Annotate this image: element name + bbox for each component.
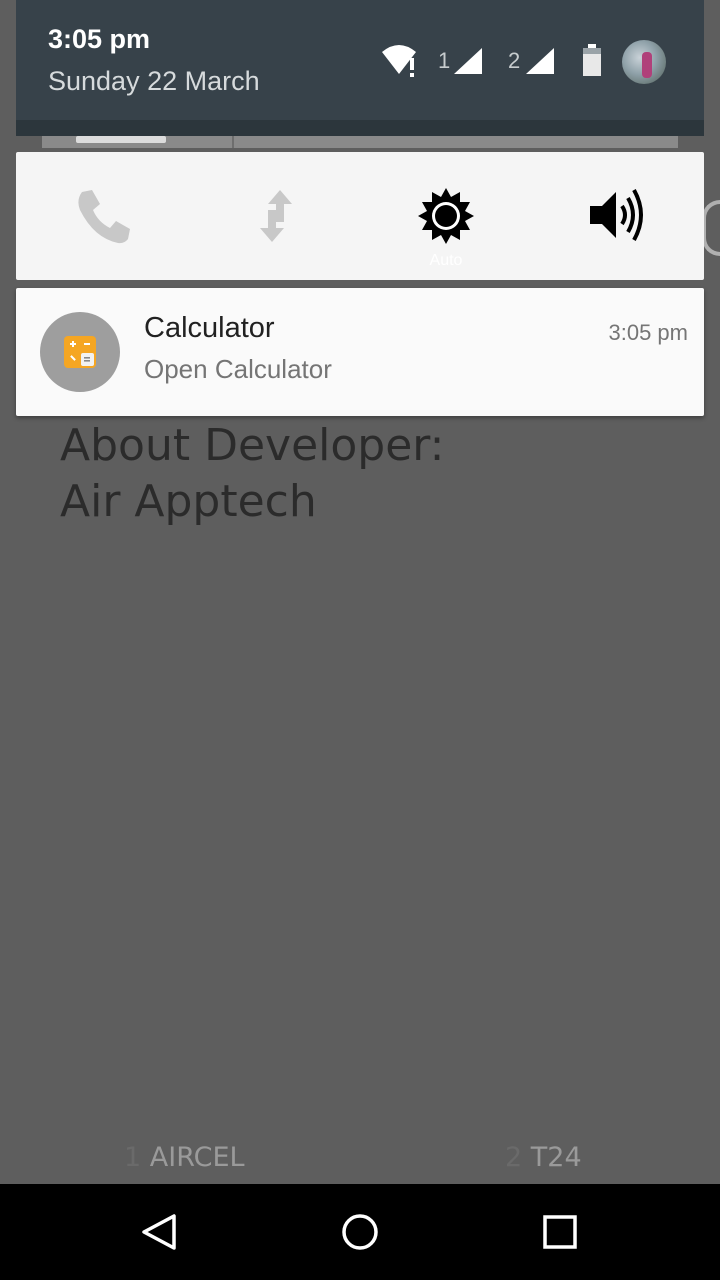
back-icon bbox=[142, 1214, 176, 1250]
recents-button[interactable] bbox=[536, 1208, 584, 1256]
carrier-1-slot: 1 bbox=[124, 1142, 142, 1173]
signal-icon bbox=[524, 46, 556, 80]
quick-tile-data[interactable] bbox=[188, 152, 360, 280]
about-heading: About Developer: bbox=[60, 420, 445, 471]
developer-name: Air Apptech bbox=[60, 476, 317, 527]
avatar[interactable] bbox=[622, 40, 666, 84]
brightness-auto-label: Auto bbox=[429, 252, 463, 269]
quick-tile-brightness[interactable]: Auto bbox=[360, 152, 532, 280]
carrier-2-name: T24 bbox=[530, 1142, 582, 1173]
notification-title: Calculator bbox=[144, 312, 275, 344]
calculator-icon bbox=[64, 336, 96, 368]
data-transfer-icon bbox=[260, 190, 292, 242]
notification-text: Open Calculator bbox=[144, 354, 332, 384]
navigation-bar bbox=[0, 1184, 720, 1280]
brightness-icon bbox=[418, 188, 474, 244]
carrier-2: 2 T24 bbox=[505, 1142, 582, 1173]
volume-icon bbox=[590, 189, 643, 241]
quick-settings-panel: Auto bbox=[16, 152, 704, 280]
quick-tile-sound[interactable] bbox=[532, 152, 704, 280]
avatar-figure bbox=[642, 52, 652, 78]
background-edge-fragment bbox=[702, 200, 720, 256]
carrier-1-name: AIRCEL bbox=[149, 1142, 245, 1173]
notification-time: 3:05 pm bbox=[608, 320, 689, 345]
home-button[interactable] bbox=[336, 1208, 384, 1256]
about-developer-text: About Developer: Air Apptech bbox=[60, 418, 444, 530]
sim2-label: 2 bbox=[508, 48, 521, 73]
wifi-alert-icon bbox=[382, 44, 420, 82]
calculator-notification[interactable]: Calculator Open Calculator 3:05 pm bbox=[16, 288, 704, 416]
recents-icon bbox=[543, 1215, 577, 1249]
home-icon bbox=[342, 1214, 378, 1250]
peek-divider bbox=[232, 136, 234, 148]
carrier-2-slot: 2 bbox=[505, 1142, 523, 1173]
carrier-labels: 1 AIRCEL 2 T24 bbox=[0, 1142, 720, 1182]
quick-tile-phone[interactable] bbox=[16, 152, 188, 280]
phone-icon bbox=[78, 190, 130, 244]
notification-app-icon bbox=[40, 312, 120, 392]
status-icons: 1 2 bbox=[0, 40, 720, 88]
carrier-1: 1 AIRCEL bbox=[124, 1142, 245, 1173]
battery-icon bbox=[582, 44, 602, 80]
back-button[interactable] bbox=[136, 1208, 184, 1256]
collapsed-panel-peek bbox=[42, 136, 678, 148]
header-shadow bbox=[16, 120, 704, 136]
peek-blob bbox=[76, 136, 166, 143]
sim1-label: 1 bbox=[438, 48, 451, 73]
signal-icon bbox=[452, 46, 484, 80]
